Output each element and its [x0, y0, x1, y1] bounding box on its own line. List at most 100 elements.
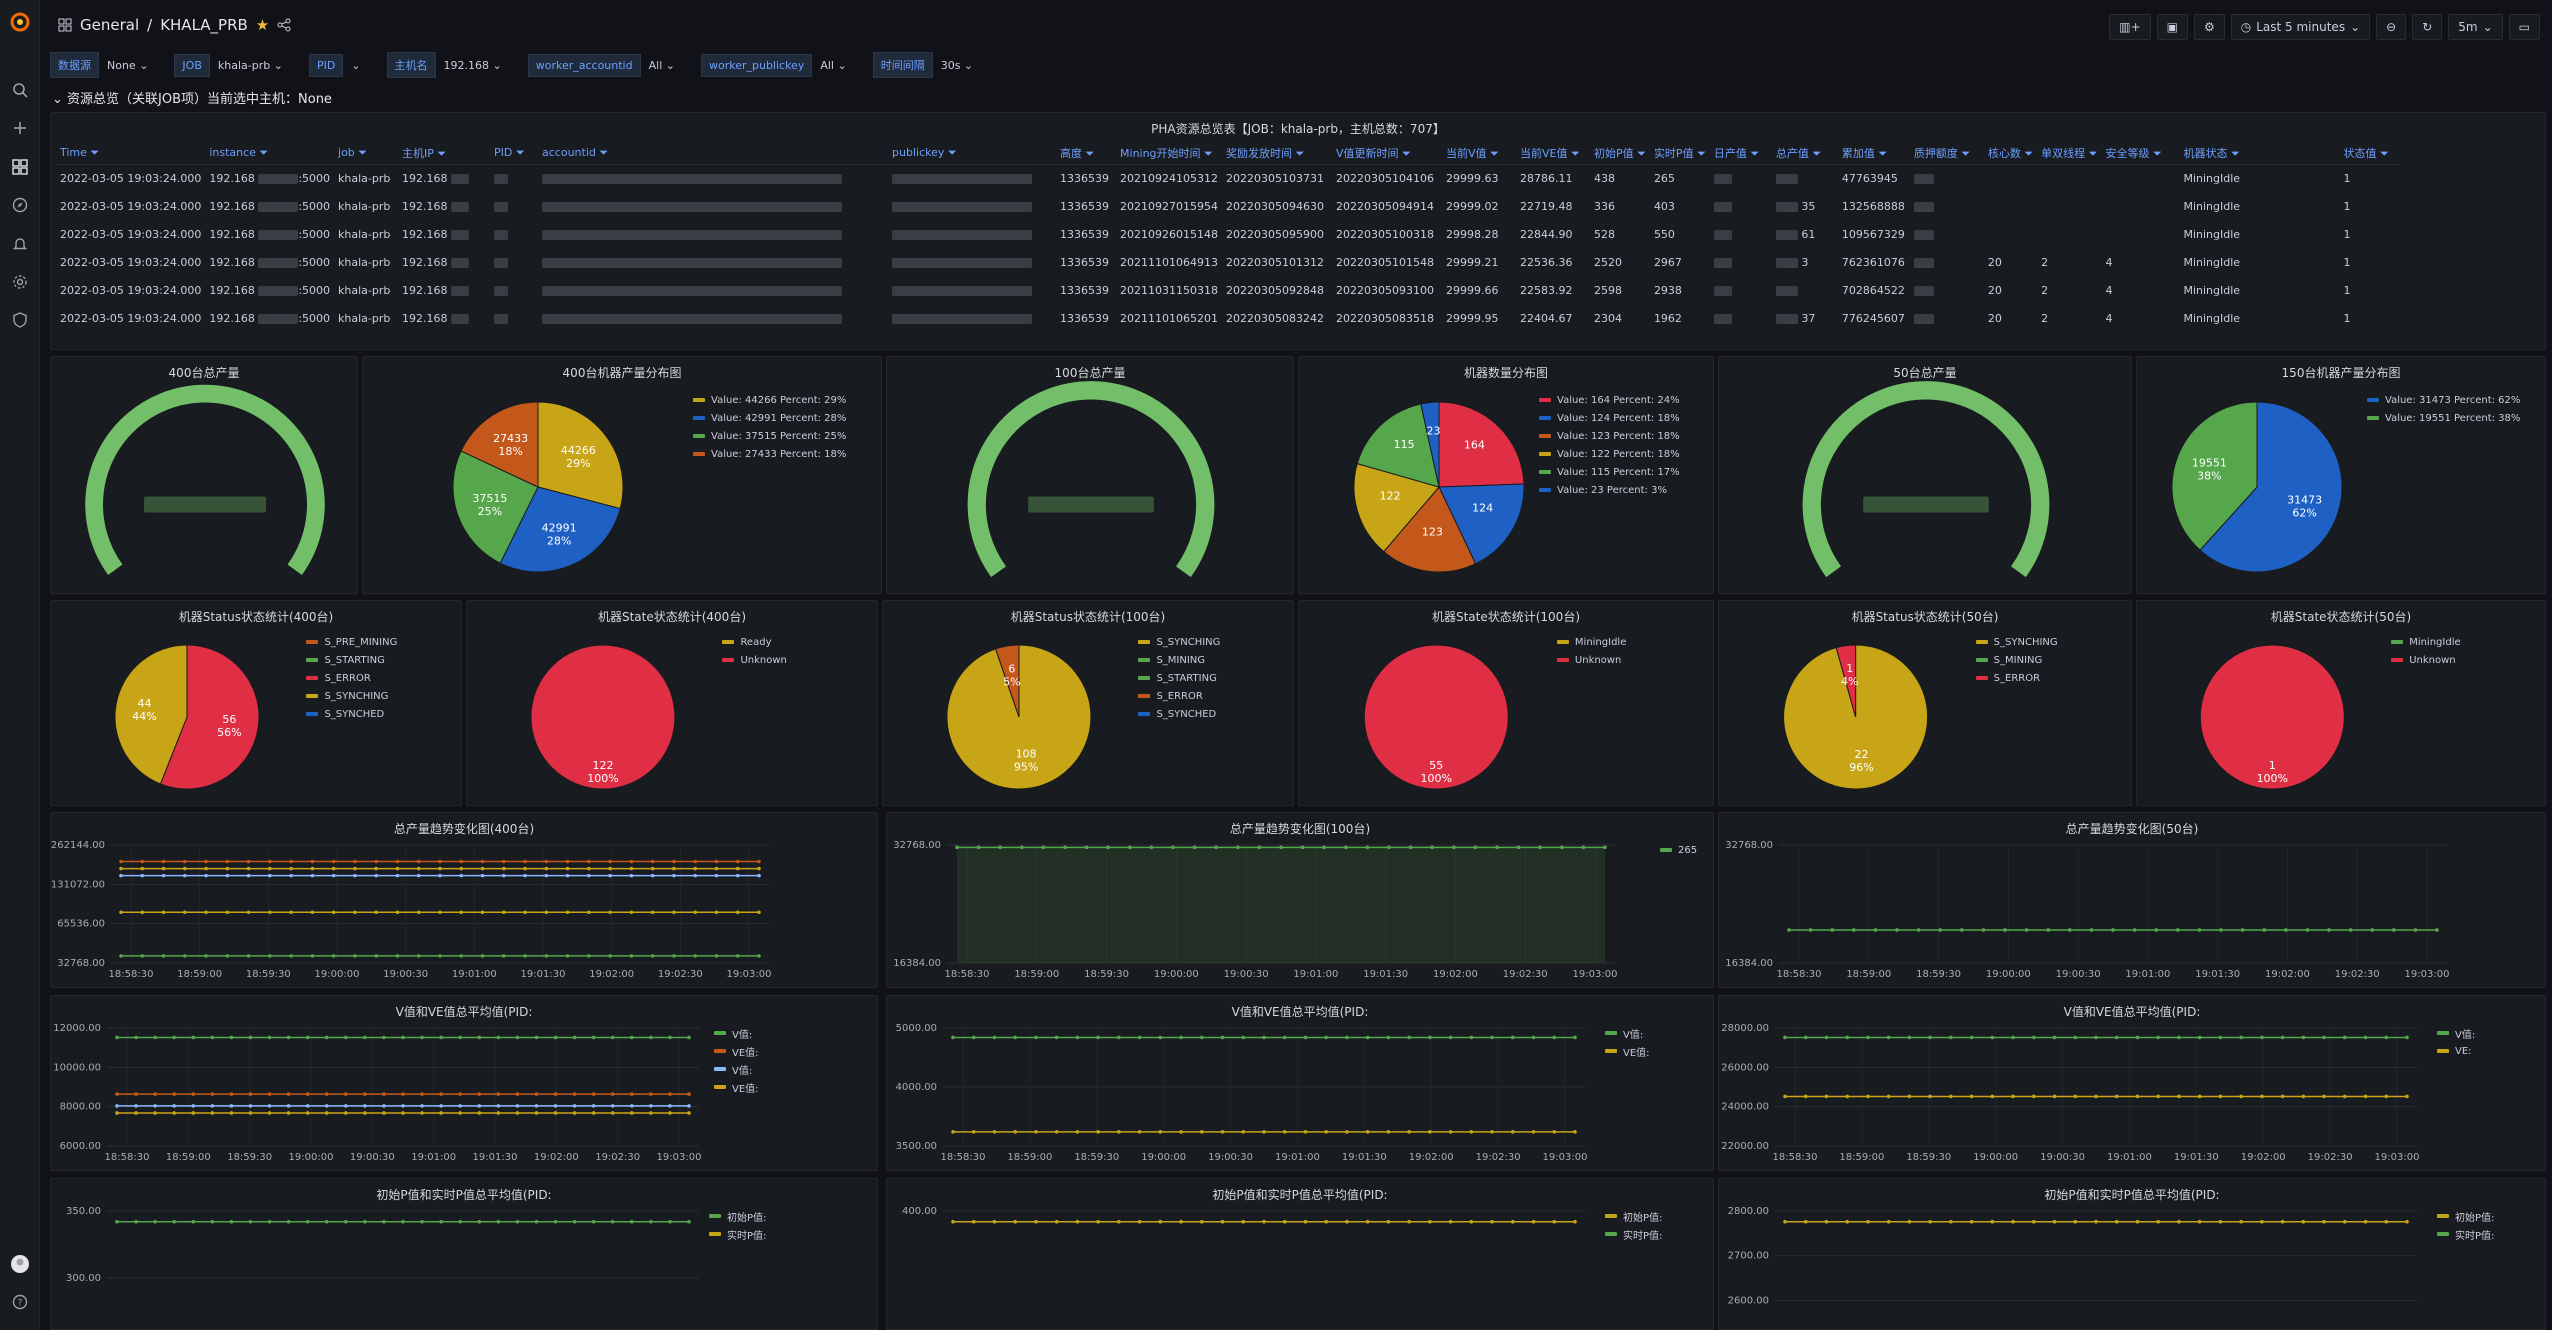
refresh-interval-picker[interactable]: 5m ⌄	[2448, 14, 2503, 40]
legend-item[interactable]: Value: 37515 Percent: 25%	[693, 427, 846, 445]
variable-select[interactable]: None ⌄	[101, 55, 158, 76]
add-panel-button[interactable]: ▥+	[2109, 14, 2151, 40]
legend-item[interactable]: Value: 19551 Percent: 38%	[2367, 409, 2520, 427]
search-icon[interactable]	[8, 78, 32, 102]
table-row[interactable]: 2022-03-05 19:03:24.000 192.168 :5000 khal…	[56, 192, 2399, 220]
table-header-cell[interactable]: 安全等级 ⏷	[2101, 142, 2180, 165]
breadcrumb-folder[interactable]: General	[80, 16, 139, 34]
table-header-cell[interactable]: 单双线程 ⏷	[2037, 142, 2102, 165]
table-header-cell[interactable]: Mining开始时间 ⏷	[1116, 142, 1222, 165]
share-icon[interactable]	[277, 18, 291, 32]
legend-item[interactable]: S_ERROR	[1975, 669, 2058, 687]
legend-item[interactable]: S_SYNCHING	[1975, 633, 2058, 651]
user-avatar-icon[interactable]	[8, 1252, 32, 1276]
dashboards-icon[interactable]	[8, 155, 32, 179]
legend-item[interactable]: Value: 44266 Percent: 29%	[693, 391, 846, 409]
table-header-cell[interactable]: 实时P值 ⏷	[1649, 142, 1710, 165]
variable-select[interactable]: khala-prb ⌄	[212, 55, 293, 76]
variable-select[interactable]: 30s ⌄	[935, 55, 983, 76]
zoom-out-button[interactable]: ⊖	[2376, 14, 2407, 40]
table-header-cell[interactable]: job ⏷	[334, 142, 399, 165]
time-picker[interactable]: ◷ Last 5 minutes ⌄	[2230, 14, 2371, 40]
star-icon[interactable]: ★	[256, 16, 269, 34]
panel-title[interactable]: PHA资源总览表【JOB：khala-prb，主机总数：707】	[51, 120, 2545, 137]
legend-item[interactable]: MiningIdle	[2391, 633, 2461, 651]
legend-item[interactable]: V值:	[714, 1060, 759, 1078]
table-header-cell[interactable]: PID ⏷	[490, 142, 539, 165]
legend-item[interactable]: MiningIdle	[1556, 633, 1626, 651]
table-header-cell[interactable]: 主机IP ⏷	[398, 142, 491, 165]
save-button[interactable]: ▣	[2156, 14, 2188, 40]
legend-item[interactable]: V值:	[1605, 1024, 1650, 1042]
legend-item[interactable]: Value: 42991 Percent: 28%	[693, 409, 846, 427]
legend-item[interactable]: S_SYNCHING	[1138, 633, 1220, 651]
legend-item[interactable]: Value: 124 Percent: 18%	[1539, 409, 1680, 427]
dashboard-title[interactable]: KHALA_PRB	[160, 16, 248, 34]
legend-item[interactable]: 实时P值:	[2437, 1225, 2494, 1243]
table-header-cell[interactable]: 核心数 ⏷	[1983, 142, 2038, 165]
legend-item[interactable]: Unknown	[1556, 651, 1626, 669]
explore-icon[interactable]	[8, 193, 32, 217]
help-icon[interactable]: ?	[8, 1290, 32, 1314]
alerting-bell-icon[interactable]	[8, 232, 32, 256]
legend-item[interactable]: 实时P值:	[709, 1225, 766, 1243]
legend-item[interactable]: S_STARTING	[1138, 669, 1220, 687]
legend-item[interactable]: Value: 23 Percent: 3%	[1539, 481, 1680, 499]
table-header-cell[interactable]: 高度 ⏷	[1056, 142, 1117, 165]
legend-item[interactable]: 265	[1660, 841, 1697, 859]
legend-item[interactable]: Unknown	[2391, 651, 2460, 669]
legend-item[interactable]: S_MINING	[1975, 651, 2058, 669]
legend-item[interactable]: V值:	[714, 1024, 759, 1042]
table-header-cell[interactable]: 初始P值 ⏷	[1590, 142, 1650, 165]
table-header-cell[interactable]: 质押额度 ⏷	[1909, 142, 1984, 165]
settings-button[interactable]: ⚙	[2193, 14, 2225, 40]
legend-item[interactable]: Value: 27433 Percent: 18%	[693, 445, 846, 463]
table-row[interactable]: 2022-03-05 19:03:24.000 192.168 :5000 khal…	[56, 220, 2399, 248]
table-header-cell[interactable]: 奖励发放时间 ⏷	[1222, 142, 1332, 165]
legend-item[interactable]: Value: 164 Percent: 24%	[1539, 391, 1680, 409]
variable-select[interactable]: All ⌄	[643, 55, 685, 76]
legend-item[interactable]: VE值:	[1605, 1042, 1650, 1060]
table-header-cell[interactable]: 当前VE值 ⏷	[1516, 142, 1590, 165]
legend-item[interactable]: Value: 122 Percent: 18%	[1539, 445, 1680, 463]
shield-icon[interactable]	[8, 308, 32, 332]
legend-item[interactable]: VE值:	[714, 1042, 759, 1060]
tv-mode-button[interactable]: ▭	[2508, 14, 2540, 40]
legend-item[interactable]: 实时P值:	[1605, 1225, 1662, 1243]
variable-select[interactable]: 192.168 ⌄	[438, 55, 512, 76]
legend-item[interactable]: Ready	[722, 633, 786, 651]
table-row[interactable]: 2022-03-05 19:03:24.000 192.168 :5000 khal…	[56, 276, 2399, 304]
row-title[interactable]: ⌄ 资源总览（关联JOB项）当前选中主机：None	[52, 88, 332, 107]
legend-item[interactable]: Value: 123 Percent: 18%	[1539, 427, 1680, 445]
legend-item[interactable]: Unknown	[722, 651, 787, 669]
table-row[interactable]: 2022-03-05 19:03:24.000 192.168 :5000 khal…	[56, 304, 2399, 332]
table-header-cell[interactable]: 当前V值 ⏷	[1442, 142, 1516, 165]
legend-item[interactable]: S_SYNCHED	[1138, 705, 1220, 723]
table-header-cell[interactable]: 总产值 ⏷	[1771, 142, 1838, 165]
legend-item[interactable]: 初始P值:	[709, 1207, 766, 1225]
plus-icon[interactable]	[8, 116, 32, 140]
legend-item[interactable]: Value: 31473 Percent: 62%	[2367, 391, 2520, 409]
legend-item[interactable]: S_PRE_MINING	[306, 633, 397, 651]
table-header-cell[interactable]: 机器状态 ⏷	[2179, 142, 2340, 165]
refresh-button[interactable]: ↻	[2412, 14, 2443, 40]
legend-item[interactable]: VE值:	[714, 1078, 759, 1096]
legend-item[interactable]: 初始P值:	[1605, 1207, 1662, 1225]
table-row[interactable]: 2022-03-05 19:03:24.000 192.168 :5000 khal…	[56, 164, 2399, 192]
variable-select[interactable]: ⌄	[345, 55, 370, 76]
table-header-cell[interactable]: instance ⏷	[205, 142, 335, 165]
table-header-cell[interactable]: accountid ⏷	[538, 142, 889, 165]
legend-item[interactable]: S_STARTING	[306, 651, 397, 669]
legend-item[interactable]: V值:	[2437, 1024, 2475, 1042]
legend-item[interactable]: S_ERROR	[1138, 687, 1220, 705]
legend-item[interactable]: Value: 115 Percent: 17%	[1539, 463, 1680, 481]
variable-select[interactable]: All ⌄	[814, 55, 856, 76]
legend-item[interactable]: S_SYNCHED	[306, 705, 397, 723]
table-header-cell[interactable]: 日产值 ⏷	[1709, 142, 1772, 165]
table-header-cell[interactable]: V值更新时间 ⏷	[1332, 142, 1442, 165]
legend-item[interactable]: S_SYNCHING	[306, 687, 397, 705]
table-row[interactable]: 2022-03-05 19:03:24.000 192.168 :5000 khal…	[56, 248, 2399, 276]
table-header-cell[interactable]: 累加值 ⏷	[1837, 142, 1910, 165]
table-header-cell[interactable]: 状态值 ⏷	[2339, 142, 2400, 165]
legend-item[interactable]: 初始P值:	[2437, 1207, 2494, 1225]
